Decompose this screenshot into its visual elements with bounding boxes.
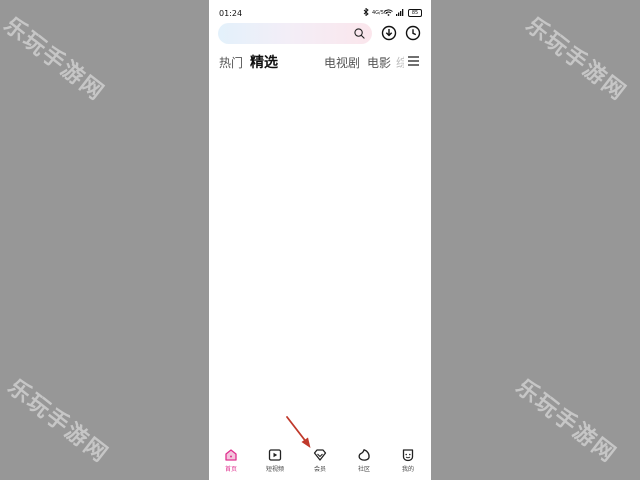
history-clock-icon[interactable] <box>405 25 421 41</box>
home-icon <box>225 449 237 461</box>
nav-home-label: 首页 <box>224 466 237 473</box>
nav-profile[interactable]: 我的 <box>386 448 430 473</box>
wifi-icon <box>384 8 393 18</box>
category-tabs: 热门 精选 电视剧 电影 综 <box>209 50 431 72</box>
bluetooth-icon <box>363 7 369 18</box>
menu-icon[interactable] <box>408 56 419 66</box>
nav-community[interactable]: 社区 <box>342 448 386 473</box>
nav-community-label: 社区 <box>357 466 370 473</box>
nav-profile-label: 我的 <box>401 466 414 473</box>
watermark-bottom-left: 乐玩手游网 <box>2 374 113 469</box>
diamond-icon <box>313 449 327 461</box>
tab-hot[interactable]: 热门 <box>219 54 243 71</box>
tab-movies[interactable]: 电影 <box>367 54 391 71</box>
content-area <box>209 72 431 440</box>
status-time: 01:24 <box>219 9 243 18</box>
battery-icon: 85 <box>408 9 422 17</box>
status-icons: 4G/5G 85 <box>363 7 422 18</box>
status-bar: 01:24 4G/5G 85 <box>209 0 431 22</box>
search-bar[interactable] <box>218 23 372 44</box>
watermark-top-right: 乐玩手游网 <box>520 12 631 107</box>
nav-short-video-label: 短视频 <box>265 466 284 473</box>
watermark-top-left: 乐玩手游网 <box>0 12 109 107</box>
tab-featured[interactable]: 精选 <box>250 52 278 72</box>
profile-icon <box>402 449 414 462</box>
network-type-icon: 4G/5G <box>372 9 388 16</box>
watermark-bottom-right: 乐玩手游网 <box>510 374 621 469</box>
cell-signal-icon <box>396 8 405 18</box>
community-icon <box>358 449 370 461</box>
search-icon[interactable] <box>354 28 365 39</box>
play-icon <box>268 449 282 461</box>
tab-tv-series[interactable]: 电视剧 <box>324 54 360 71</box>
nav-home[interactable]: 首页 <box>209 448 253 473</box>
phone-screen: 01:24 4G/5G 85 热门 精选 电视剧 电影 综 首页 短视频 会员 … <box>209 0 431 480</box>
nav-vip-label: 会员 <box>313 466 326 473</box>
nav-short-video[interactable]: 短视频 <box>253 448 297 473</box>
download-icon[interactable] <box>381 25 397 41</box>
bottom-navigation: 首页 短视频 会员 社区 我的 <box>209 440 431 480</box>
nav-vip[interactable]: 会员 <box>298 448 342 473</box>
tab-variety-partial[interactable]: 综 <box>396 54 404 68</box>
